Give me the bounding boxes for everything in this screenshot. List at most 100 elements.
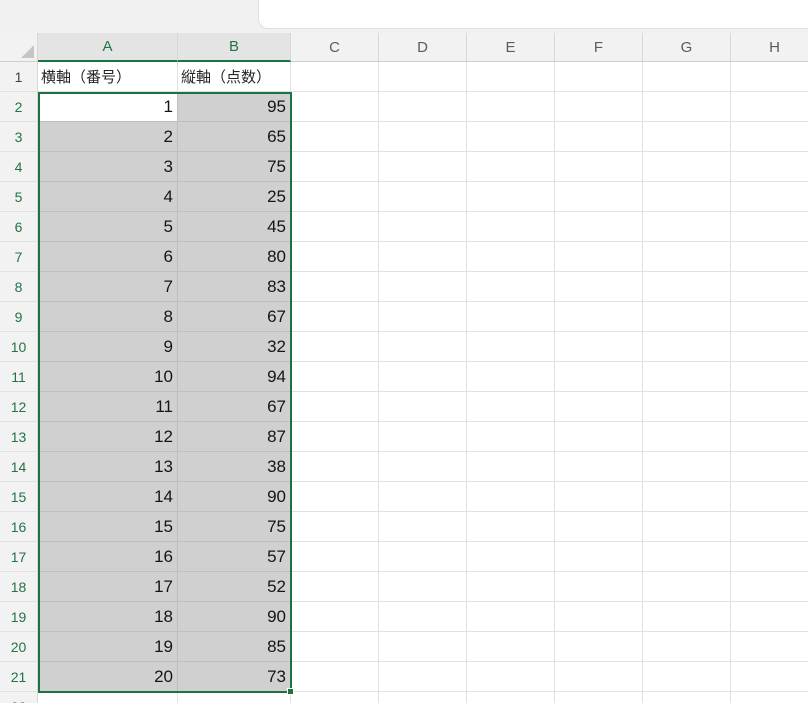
- column-header-F[interactable]: F: [555, 33, 643, 62]
- cell-D12[interactable]: [379, 392, 467, 422]
- cell-A5[interactable]: 4: [38, 182, 178, 212]
- cell-G10[interactable]: [643, 332, 731, 362]
- cell-A13[interactable]: 12: [38, 422, 178, 452]
- cell-H10[interactable]: [731, 332, 808, 362]
- cell-H13[interactable]: [731, 422, 808, 452]
- row-header-6[interactable]: 6: [0, 212, 38, 242]
- cell-E21[interactable]: [467, 662, 555, 692]
- cell-B14[interactable]: 38: [178, 452, 291, 482]
- row-header-15[interactable]: 15: [0, 482, 38, 512]
- cell-C1[interactable]: [291, 62, 379, 92]
- cell-H22[interactable]: [731, 692, 808, 703]
- cell-H4[interactable]: [731, 152, 808, 182]
- cell-C17[interactable]: [291, 542, 379, 572]
- cell-B20[interactable]: 85: [178, 632, 291, 662]
- cell-D1[interactable]: [379, 62, 467, 92]
- cell-G17[interactable]: [643, 542, 731, 572]
- cell-C4[interactable]: [291, 152, 379, 182]
- cell-C16[interactable]: [291, 512, 379, 542]
- cell-B15[interactable]: 90: [178, 482, 291, 512]
- cell-F14[interactable]: [555, 452, 643, 482]
- cell-E16[interactable]: [467, 512, 555, 542]
- cell-H11[interactable]: [731, 362, 808, 392]
- cell-A21[interactable]: 20: [38, 662, 178, 692]
- cell-F15[interactable]: [555, 482, 643, 512]
- cell-F3[interactable]: [555, 122, 643, 152]
- cell-B21[interactable]: 73: [178, 662, 291, 692]
- row-header-5[interactable]: 5: [0, 182, 38, 212]
- row-header-3[interactable]: 3: [0, 122, 38, 152]
- row-header-13[interactable]: 13: [0, 422, 38, 452]
- cell-E7[interactable]: [467, 242, 555, 272]
- cell-B10[interactable]: 32: [178, 332, 291, 362]
- fill-handle[interactable]: [287, 688, 294, 695]
- cell-G14[interactable]: [643, 452, 731, 482]
- cell-D11[interactable]: [379, 362, 467, 392]
- cell-C18[interactable]: [291, 572, 379, 602]
- cell-E11[interactable]: [467, 362, 555, 392]
- cell-E18[interactable]: [467, 572, 555, 602]
- cell-H21[interactable]: [731, 662, 808, 692]
- cell-F9[interactable]: [555, 302, 643, 332]
- column-header-A[interactable]: A: [38, 33, 178, 62]
- row-header-1[interactable]: 1: [0, 62, 38, 92]
- cell-C12[interactable]: [291, 392, 379, 422]
- cell-G4[interactable]: [643, 152, 731, 182]
- cell-A7[interactable]: 6: [38, 242, 178, 272]
- cell-A1[interactable]: 横軸（番号）: [38, 62, 178, 92]
- cell-G5[interactable]: [643, 182, 731, 212]
- cell-F10[interactable]: [555, 332, 643, 362]
- cell-A11[interactable]: 10: [38, 362, 178, 392]
- cell-D10[interactable]: [379, 332, 467, 362]
- cell-D20[interactable]: [379, 632, 467, 662]
- cell-G13[interactable]: [643, 422, 731, 452]
- cell-B8[interactable]: 83: [178, 272, 291, 302]
- cell-F7[interactable]: [555, 242, 643, 272]
- cell-F17[interactable]: [555, 542, 643, 572]
- cell-E10[interactable]: [467, 332, 555, 362]
- cell-B7[interactable]: 80: [178, 242, 291, 272]
- cell-D19[interactable]: [379, 602, 467, 632]
- cell-C21[interactable]: [291, 662, 379, 692]
- cell-H8[interactable]: [731, 272, 808, 302]
- cell-H18[interactable]: [731, 572, 808, 602]
- cell-D8[interactable]: [379, 272, 467, 302]
- cell-B13[interactable]: 87: [178, 422, 291, 452]
- cell-D7[interactable]: [379, 242, 467, 272]
- cell-G2[interactable]: [643, 92, 731, 122]
- cell-C9[interactable]: [291, 302, 379, 332]
- cell-A19[interactable]: 18: [38, 602, 178, 632]
- cell-B17[interactable]: 57: [178, 542, 291, 572]
- row-header-19[interactable]: 19: [0, 602, 38, 632]
- cell-B4[interactable]: 75: [178, 152, 291, 182]
- cell-F2[interactable]: [555, 92, 643, 122]
- cell-G19[interactable]: [643, 602, 731, 632]
- cell-D6[interactable]: [379, 212, 467, 242]
- cell-A4[interactable]: 3: [38, 152, 178, 182]
- cell-F11[interactable]: [555, 362, 643, 392]
- cell-G21[interactable]: [643, 662, 731, 692]
- cell-H16[interactable]: [731, 512, 808, 542]
- cell-B6[interactable]: 45: [178, 212, 291, 242]
- cell-C15[interactable]: [291, 482, 379, 512]
- cell-A3[interactable]: 2: [38, 122, 178, 152]
- cell-E1[interactable]: [467, 62, 555, 92]
- cell-G11[interactable]: [643, 362, 731, 392]
- cell-F20[interactable]: [555, 632, 643, 662]
- cell-B2[interactable]: 95: [178, 92, 291, 122]
- cell-B22[interactable]: [178, 692, 291, 703]
- cell-F16[interactable]: [555, 512, 643, 542]
- cell-E8[interactable]: [467, 272, 555, 302]
- cell-A20[interactable]: 19: [38, 632, 178, 662]
- cell-E19[interactable]: [467, 602, 555, 632]
- cell-G16[interactable]: [643, 512, 731, 542]
- cell-D2[interactable]: [379, 92, 467, 122]
- cell-C3[interactable]: [291, 122, 379, 152]
- cell-C2[interactable]: [291, 92, 379, 122]
- row-header-9[interactable]: 9: [0, 302, 38, 332]
- column-header-E[interactable]: E: [467, 33, 555, 62]
- cell-C19[interactable]: [291, 602, 379, 632]
- cell-A14[interactable]: 13: [38, 452, 178, 482]
- cell-H1[interactable]: [731, 62, 808, 92]
- row-header-7[interactable]: 7: [0, 242, 38, 272]
